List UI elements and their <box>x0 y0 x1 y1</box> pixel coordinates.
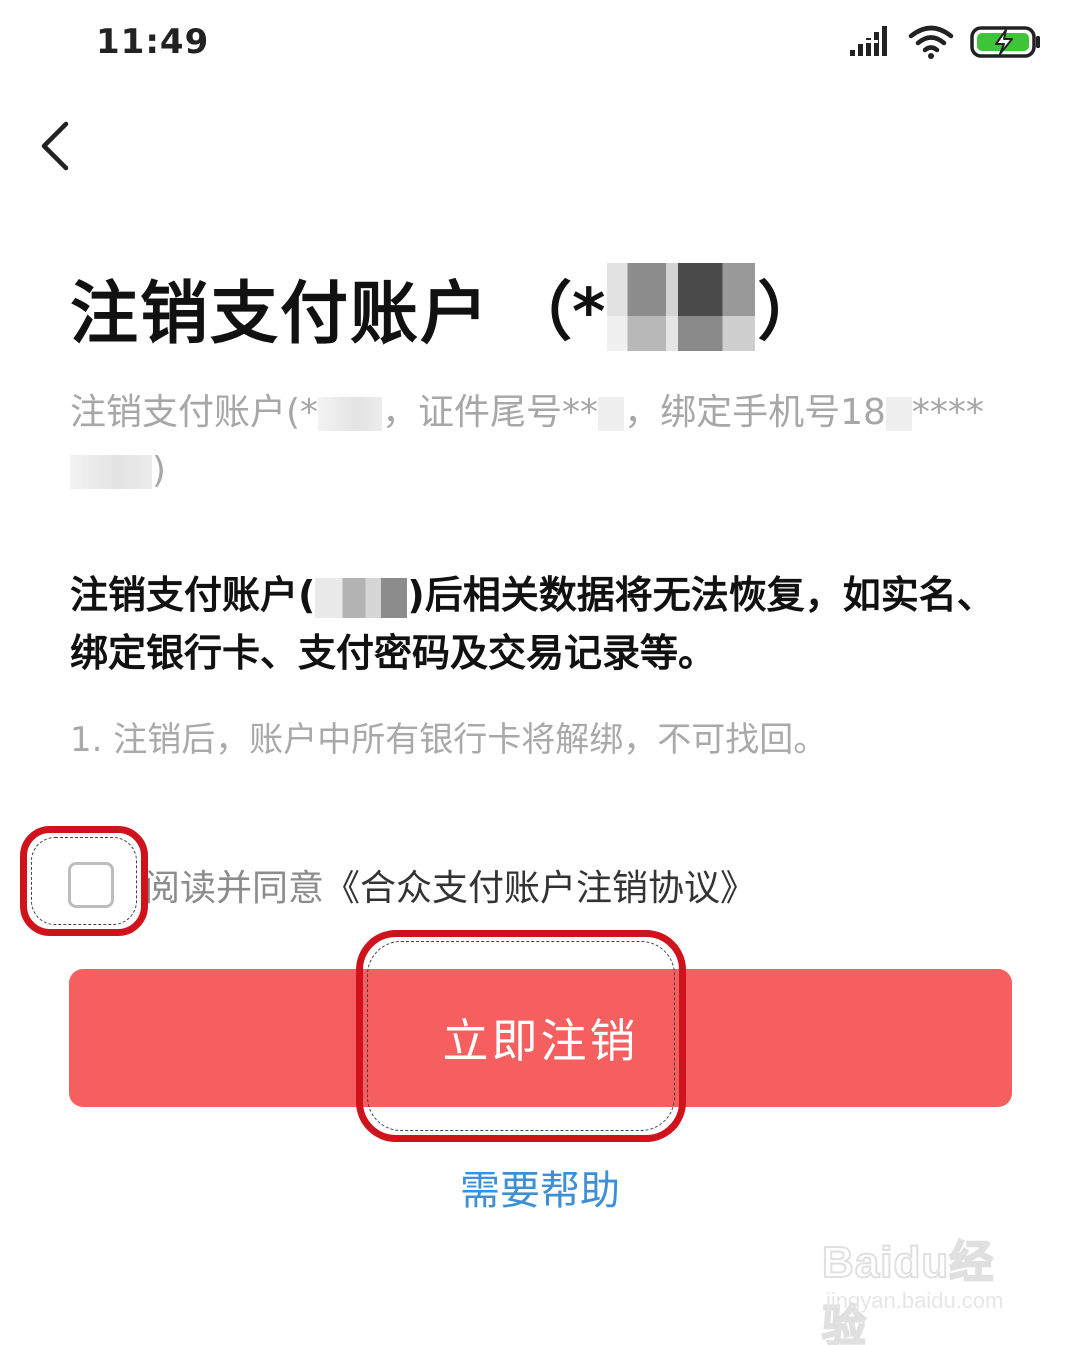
page-title: 注销支付账户 <box>70 274 491 354</box>
account-details-part3: ，绑定手机号18 <box>624 392 886 433</box>
title-account-prefix: （* <box>508 276 606 350</box>
warning-part1: 注销支付账户( <box>70 573 316 617</box>
help-link[interactable]: 需要帮助 <box>0 1158 1080 1216</box>
annotation-highlight-button <box>356 930 686 1142</box>
annotation-highlight-checkbox <box>20 826 148 936</box>
title-row: 注销支付账户 （* ） <box>70 262 822 354</box>
status-bar: 11:49 <box>0 0 1080 90</box>
agreement-row: 阅读并同意 《合众支付账户注销协议》 <box>68 860 756 910</box>
redacted-mosaic <box>598 397 625 431</box>
back-button[interactable] <box>30 112 90 182</box>
agreement-prefix: 阅读并同意 <box>144 868 325 909</box>
redacted-mosaic <box>70 455 152 489</box>
redacted-mosaic <box>315 577 408 618</box>
account-details-part1: 注销支付账户(* <box>70 392 319 433</box>
watermark-url: jingyan.baidu.com <box>826 1288 1004 1313</box>
wifi-icon <box>908 25 954 59</box>
battery-charging-icon <box>970 26 1040 58</box>
title-account-suffix: ） <box>757 276 822 350</box>
redacted-mosaic <box>318 397 383 431</box>
account-details-part4: **** <box>911 392 984 433</box>
watermark-logo: Baidu经验 <box>821 1237 995 1345</box>
account-details: 注销支付账户(* ，证件尾号** ，绑定手机号18 **** ) <box>70 384 1010 500</box>
baidu-jingyan-watermark: Baidu经验 jingyan.baidu.com <box>821 1226 1022 1345</box>
warning-text: 注销支付账户()后相关数据将无法恢复，如实名、绑定银行卡、支付密码及交易记录等。 <box>70 566 1010 682</box>
account-details-part5: ) <box>152 450 167 491</box>
chevron-left-icon <box>41 121 69 171</box>
account-details-part2: ，证件尾号** <box>382 392 599 433</box>
agreement-link[interactable]: 《合众支付账户注销协议》 <box>324 859 756 911</box>
note-text: 1. 注销后，账户中所有银行卡将解绑，不可找回。 <box>70 720 828 760</box>
status-icons <box>848 24 1042 60</box>
signal-icon <box>848 26 887 56</box>
redacted-mosaic <box>885 397 912 431</box>
status-time: 11:49 <box>96 22 210 62</box>
redacted-account-mosaic <box>607 263 756 351</box>
